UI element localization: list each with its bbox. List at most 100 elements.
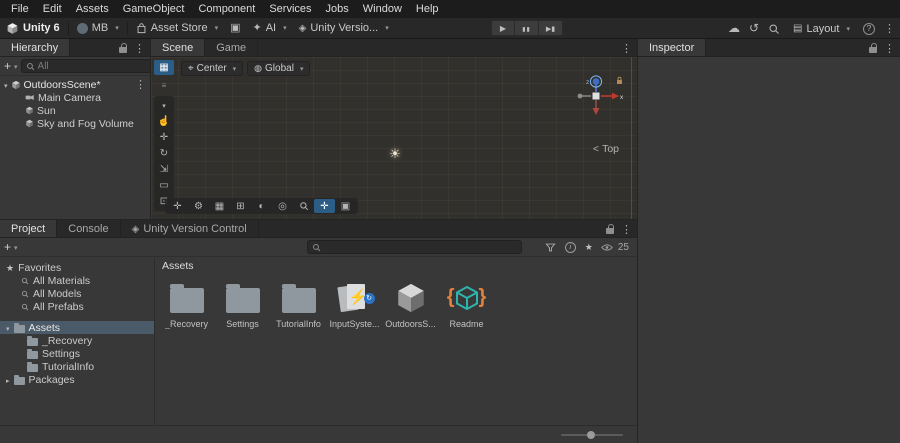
hierarchy-item-sky-fog-volume[interactable]: Sky and Fog Volume	[0, 117, 150, 130]
play-button[interactable]	[491, 20, 515, 36]
toolbar-more-icon[interactable]	[884, 22, 895, 35]
hierarchy-menu-icon[interactable]	[134, 42, 145, 55]
lock-icon[interactable]	[869, 42, 877, 53]
undo-history-icon[interactable]	[749, 22, 759, 35]
folder-row-recovery[interactable]: _Recovery	[0, 334, 154, 347]
asset-item-readme[interactable]: Readme	[440, 279, 493, 329]
tool-dropdown-icon[interactable]	[154, 98, 174, 113]
gizmo-lock-icon[interactable]	[617, 76, 622, 84]
hierarchy-item-main-camera[interactable]: Main Camera	[0, 91, 150, 104]
scene-effects-icon[interactable]	[272, 199, 293, 213]
menu-jobs[interactable]: Jobs	[319, 1, 356, 17]
filter-by-type-icon[interactable]	[545, 242, 556, 253]
tab-scene[interactable]: Scene	[151, 39, 206, 56]
step-button[interactable]	[539, 20, 563, 36]
menu-edit[interactable]: Edit	[36, 1, 69, 17]
asset-store-dropdown[interactable]: Asset Store	[130, 20, 224, 37]
favorites-all-prefabs[interactable]: All Prefabs	[0, 300, 154, 313]
create-asset-button[interactable]	[4, 240, 11, 254]
menu-component[interactable]: Component	[191, 1, 262, 17]
asset-item-inputsystem[interactable]: InputSyste...	[328, 279, 381, 329]
directional-light-gizmo[interactable]	[389, 146, 401, 162]
axis-z[interactable]: z	[586, 75, 603, 92]
transform-handles-icon[interactable]	[167, 199, 188, 213]
lock-icon[interactable]	[119, 42, 127, 53]
project-search-input[interactable]	[323, 241, 517, 253]
overlay-grip-icon[interactable]	[154, 78, 174, 93]
chevron-down-icon[interactable]	[6, 322, 10, 334]
ai-dropdown[interactable]: AI	[246, 20, 292, 37]
tab-unity-version-control[interactable]: Unity Version Control	[120, 220, 259, 237]
search-icon[interactable]	[768, 23, 780, 35]
package-manager-button[interactable]	[224, 20, 246, 37]
axis-negative-x[interactable]	[577, 93, 591, 99]
space-dropdown[interactable]: Global	[247, 61, 311, 76]
tab-game[interactable]: Game	[205, 39, 259, 56]
tab-project[interactable]: Project	[0, 220, 58, 237]
view-orientation-label[interactable]: < Top	[593, 143, 619, 155]
tab-inspector[interactable]: Inspector	[638, 39, 707, 56]
overlay-handle-icon[interactable]	[154, 60, 174, 75]
rotate-tool-icon[interactable]	[154, 146, 174, 161]
assets-root-row[interactable]: Assets	[0, 321, 154, 334]
menu-gameobject[interactable]: GameObject	[116, 1, 192, 17]
gizmo-center-cube[interactable]	[592, 92, 600, 100]
project-menu-icon[interactable]	[621, 223, 632, 236]
folder-row-settings[interactable]: Settings	[0, 347, 154, 360]
icon-size-slider[interactable]	[561, 431, 623, 439]
scene-menu-icon[interactable]	[621, 42, 632, 55]
slider-thumb[interactable]	[587, 431, 595, 439]
menu-assets[interactable]: Assets	[69, 1, 116, 17]
axis-negative-z[interactable]	[592, 100, 600, 115]
favorites-all-materials[interactable]: All Materials	[0, 274, 154, 287]
chevron-right-icon[interactable]	[6, 374, 10, 386]
add-object-button[interactable]	[4, 59, 11, 73]
help-icon[interactable]	[863, 22, 875, 35]
snap-settings-icon[interactable]	[230, 199, 251, 213]
scene-root-row[interactable]: OutdoorsScene*	[0, 78, 150, 91]
favorites-all-models[interactable]: All Models	[0, 287, 154, 300]
inspector-menu-icon[interactable]	[884, 42, 895, 55]
rect-tool-icon[interactable]	[154, 178, 174, 193]
filter-by-label-icon[interactable]	[564, 241, 576, 253]
axis-x[interactable]: x	[601, 92, 624, 101]
project-searchbox[interactable]	[306, 240, 522, 254]
menu-window[interactable]: Window	[356, 1, 409, 17]
scene-options-icon[interactable]	[135, 78, 146, 91]
menu-services[interactable]: Services	[262, 1, 318, 17]
menu-file[interactable]: File	[4, 1, 36, 17]
packages-root-row[interactable]: Packages	[0, 373, 154, 386]
wrench-icon[interactable]	[188, 199, 209, 213]
asset-item-recovery[interactable]: _Recovery	[160, 279, 213, 329]
cloud-icon[interactable]	[728, 22, 740, 35]
view-hand-tool-icon[interactable]	[154, 114, 174, 129]
camera-preview-icon[interactable]	[335, 199, 356, 213]
grid-visibility-icon[interactable]	[209, 199, 230, 213]
favorites-root-row[interactable]: Favorites	[0, 261, 154, 274]
pause-button[interactable]	[515, 20, 539, 36]
scene-viewport[interactable]: Center Global	[151, 57, 637, 219]
chevron-down-icon[interactable]	[4, 79, 8, 91]
shading-mode-icon[interactable]	[251, 199, 272, 213]
saved-search-star-icon[interactable]	[585, 241, 593, 253]
version-control-dropdown[interactable]: Unity Versio...	[293, 20, 395, 37]
pan-tool-icon[interactable]	[314, 199, 335, 213]
create-asset-caret-icon[interactable]	[14, 241, 18, 253]
move-tool-icon[interactable]	[154, 130, 174, 145]
asset-item-outdoors-scene[interactable]: OutdoorsS...	[384, 279, 437, 329]
scene-orientation-gizmo[interactable]: z x	[571, 75, 625, 125]
lock-icon[interactable]	[606, 223, 614, 234]
layout-dropdown[interactable]: Layout	[789, 20, 854, 37]
add-object-caret-icon[interactable]	[14, 60, 18, 72]
hidden-items-eye-icon[interactable]	[600, 243, 613, 252]
hierarchy-item-sun[interactable]: Sun	[0, 104, 150, 117]
zoom-icon[interactable]	[293, 199, 314, 213]
asset-item-tutorialinfo[interactable]: TutorialInfo	[272, 279, 325, 329]
tab-console[interactable]: Console	[57, 220, 121, 237]
scale-tool-icon[interactable]	[154, 162, 174, 177]
asset-item-settings[interactable]: Settings	[216, 279, 269, 329]
folder-row-tutorialinfo[interactable]: TutorialInfo	[0, 360, 154, 373]
menu-help[interactable]: Help	[409, 1, 446, 17]
tab-hierarchy[interactable]: Hierarchy	[0, 39, 71, 56]
account-dropdown[interactable]: MB	[71, 20, 125, 37]
